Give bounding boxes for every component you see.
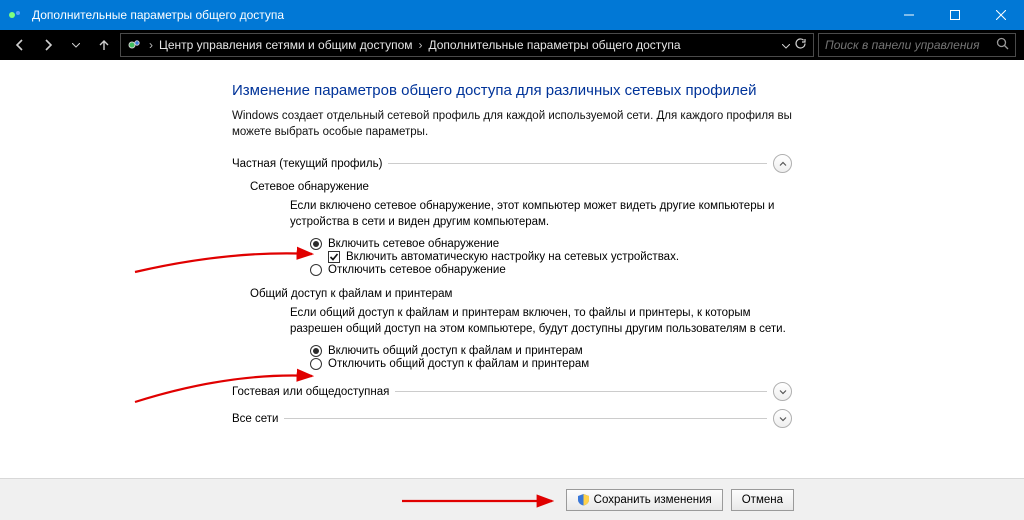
back-button[interactable] bbox=[8, 33, 32, 57]
radio-icon bbox=[310, 358, 322, 370]
profile-private-header[interactable]: Частная (текущий профиль) bbox=[232, 154, 792, 173]
footer: Сохранить изменения Отмена bbox=[0, 478, 1024, 520]
network-discovery-heading: Сетевое обнаружение bbox=[250, 181, 792, 193]
radio-discovery-off[interactable]: Отключить сетевое обнаружение bbox=[310, 264, 792, 276]
minimize-button[interactable] bbox=[886, 0, 932, 30]
breadcrumb-item[interactable]: Дополнительные параметры общего доступа bbox=[429, 38, 681, 52]
maximize-button[interactable] bbox=[932, 0, 978, 30]
file-sharing-desc: Если общий доступ к файлам и принтерам в… bbox=[290, 306, 792, 337]
profile-all-header[interactable]: Все сети bbox=[232, 409, 792, 428]
file-sharing-heading: Общий доступ к файлам и принтерам bbox=[250, 288, 792, 300]
page-title: Изменение параметров общего доступа для … bbox=[232, 82, 792, 99]
checkbox-label: Включить автоматическую настройку на сет… bbox=[346, 251, 679, 263]
search-icon[interactable] bbox=[996, 37, 1009, 53]
save-button-label: Сохранить изменения bbox=[594, 494, 712, 506]
radio-label: Отключить сетевое обнаружение bbox=[328, 264, 506, 276]
radio-icon bbox=[310, 264, 322, 276]
search-box[interactable] bbox=[818, 33, 1016, 57]
cancel-button-label: Отмена bbox=[742, 494, 783, 506]
radio-label: Отключить общий доступ к файлам и принте… bbox=[328, 358, 589, 370]
window-title: Дополнительные параметры общего доступа bbox=[32, 8, 886, 22]
chevron-up-icon[interactable] bbox=[773, 154, 792, 173]
nav-row: › Центр управления сетями и общим доступ… bbox=[0, 30, 1024, 60]
radio-icon bbox=[310, 238, 322, 250]
titlebar: Дополнительные параметры общего доступа bbox=[0, 0, 1024, 30]
profile-guest-header[interactable]: Гостевая или общедоступная bbox=[232, 382, 792, 401]
profile-guest-label: Гостевая или общедоступная bbox=[232, 386, 389, 398]
radio-icon bbox=[310, 345, 322, 357]
radio-discovery-on[interactable]: Включить сетевое обнаружение bbox=[310, 238, 792, 250]
recent-dropdown[interactable] bbox=[64, 43, 88, 48]
intro-text: Windows создает отдельный сетевой профил… bbox=[232, 109, 792, 140]
content-area: Изменение параметров общего доступа для … bbox=[0, 60, 1024, 520]
close-button[interactable] bbox=[978, 0, 1024, 30]
chevron-down-icon[interactable] bbox=[773, 382, 792, 401]
chevron-down-icon[interactable] bbox=[773, 409, 792, 428]
shield-icon bbox=[577, 493, 590, 506]
refresh-icon[interactable] bbox=[794, 37, 807, 53]
up-button[interactable] bbox=[92, 33, 116, 57]
checkbox-auto-config[interactable]: Включить автоматическую настройку на сет… bbox=[328, 251, 792, 263]
app-icon bbox=[8, 7, 24, 23]
forward-button[interactable] bbox=[36, 33, 60, 57]
breadcrumb-item[interactable]: Центр управления сетями и общим доступом bbox=[159, 38, 413, 52]
chevron-right-icon: › bbox=[149, 38, 153, 52]
save-button[interactable]: Сохранить изменения bbox=[566, 489, 723, 511]
network-center-icon bbox=[127, 37, 143, 53]
cancel-button[interactable]: Отмена bbox=[731, 489, 794, 511]
profile-all-label: Все сети bbox=[232, 413, 278, 425]
search-input[interactable] bbox=[825, 38, 990, 52]
address-bar[interactable]: › Центр управления сетями и общим доступ… bbox=[120, 33, 814, 57]
profile-private-label: Частная (текущий профиль) bbox=[232, 158, 382, 170]
radio-label: Включить общий доступ к файлам и принтер… bbox=[328, 345, 583, 357]
radio-label: Включить сетевое обнаружение bbox=[328, 238, 499, 250]
network-discovery-desc: Если включено сетевое обнаружение, этот … bbox=[290, 199, 792, 230]
radio-filesharing-on[interactable]: Включить общий доступ к файлам и принтер… bbox=[310, 345, 792, 357]
history-dropdown-icon[interactable] bbox=[782, 38, 790, 52]
checkbox-icon bbox=[328, 251, 340, 263]
radio-filesharing-off[interactable]: Отключить общий доступ к файлам и принте… bbox=[310, 358, 792, 370]
chevron-right-icon: › bbox=[419, 38, 423, 52]
